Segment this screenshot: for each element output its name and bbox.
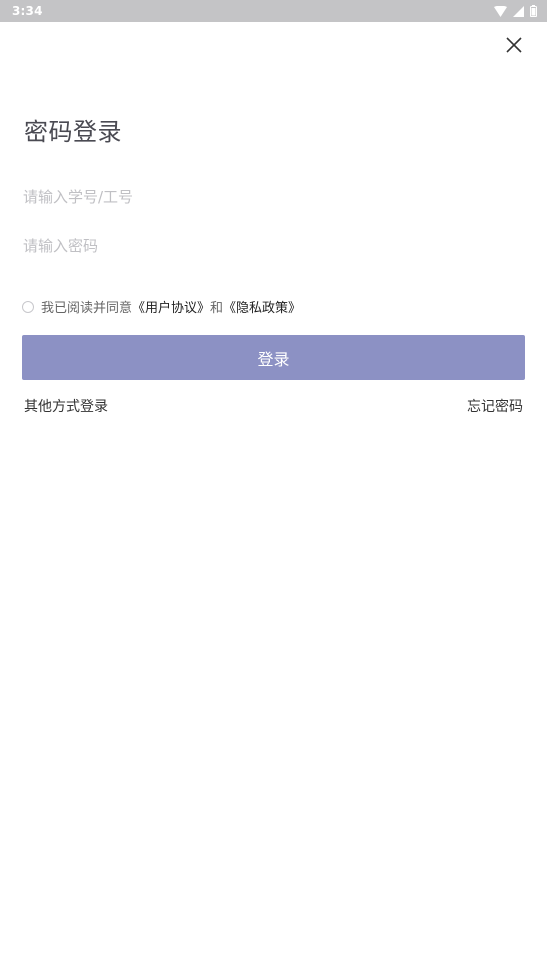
user-agreement-link[interactable]: 《用户协议》 xyxy=(132,297,210,316)
agreement-checkbox[interactable] xyxy=(22,300,34,313)
privacy-policy-link[interactable]: 《隐私政策》 xyxy=(223,297,301,316)
login-button[interactable]: 登录 xyxy=(22,335,525,380)
battery-icon xyxy=(530,2,537,21)
status-icons xyxy=(494,2,537,21)
signal-icon xyxy=(513,2,524,21)
page-title: 密码登录 xyxy=(24,118,122,146)
agreement-row: 我已阅读并同意 《用户协议》 和 《隐私政策》 xyxy=(22,297,301,316)
close-icon xyxy=(506,37,522,57)
username-input[interactable] xyxy=(23,182,523,212)
agreement-prefix: 我已阅读并同意 xyxy=(41,301,133,316)
status-bar: 3:34 xyxy=(0,0,547,22)
login-button-label: 登录 xyxy=(257,349,290,369)
other-login-link[interactable]: 其他方式登录 xyxy=(24,396,108,416)
status-time: 3:34 xyxy=(12,4,43,18)
close-button[interactable] xyxy=(503,36,525,58)
agreement-and: 和 xyxy=(210,301,224,316)
password-input[interactable] xyxy=(23,231,523,261)
wifi-icon xyxy=(494,2,507,21)
forgot-password-link[interactable]: 忘记密码 xyxy=(467,396,523,416)
